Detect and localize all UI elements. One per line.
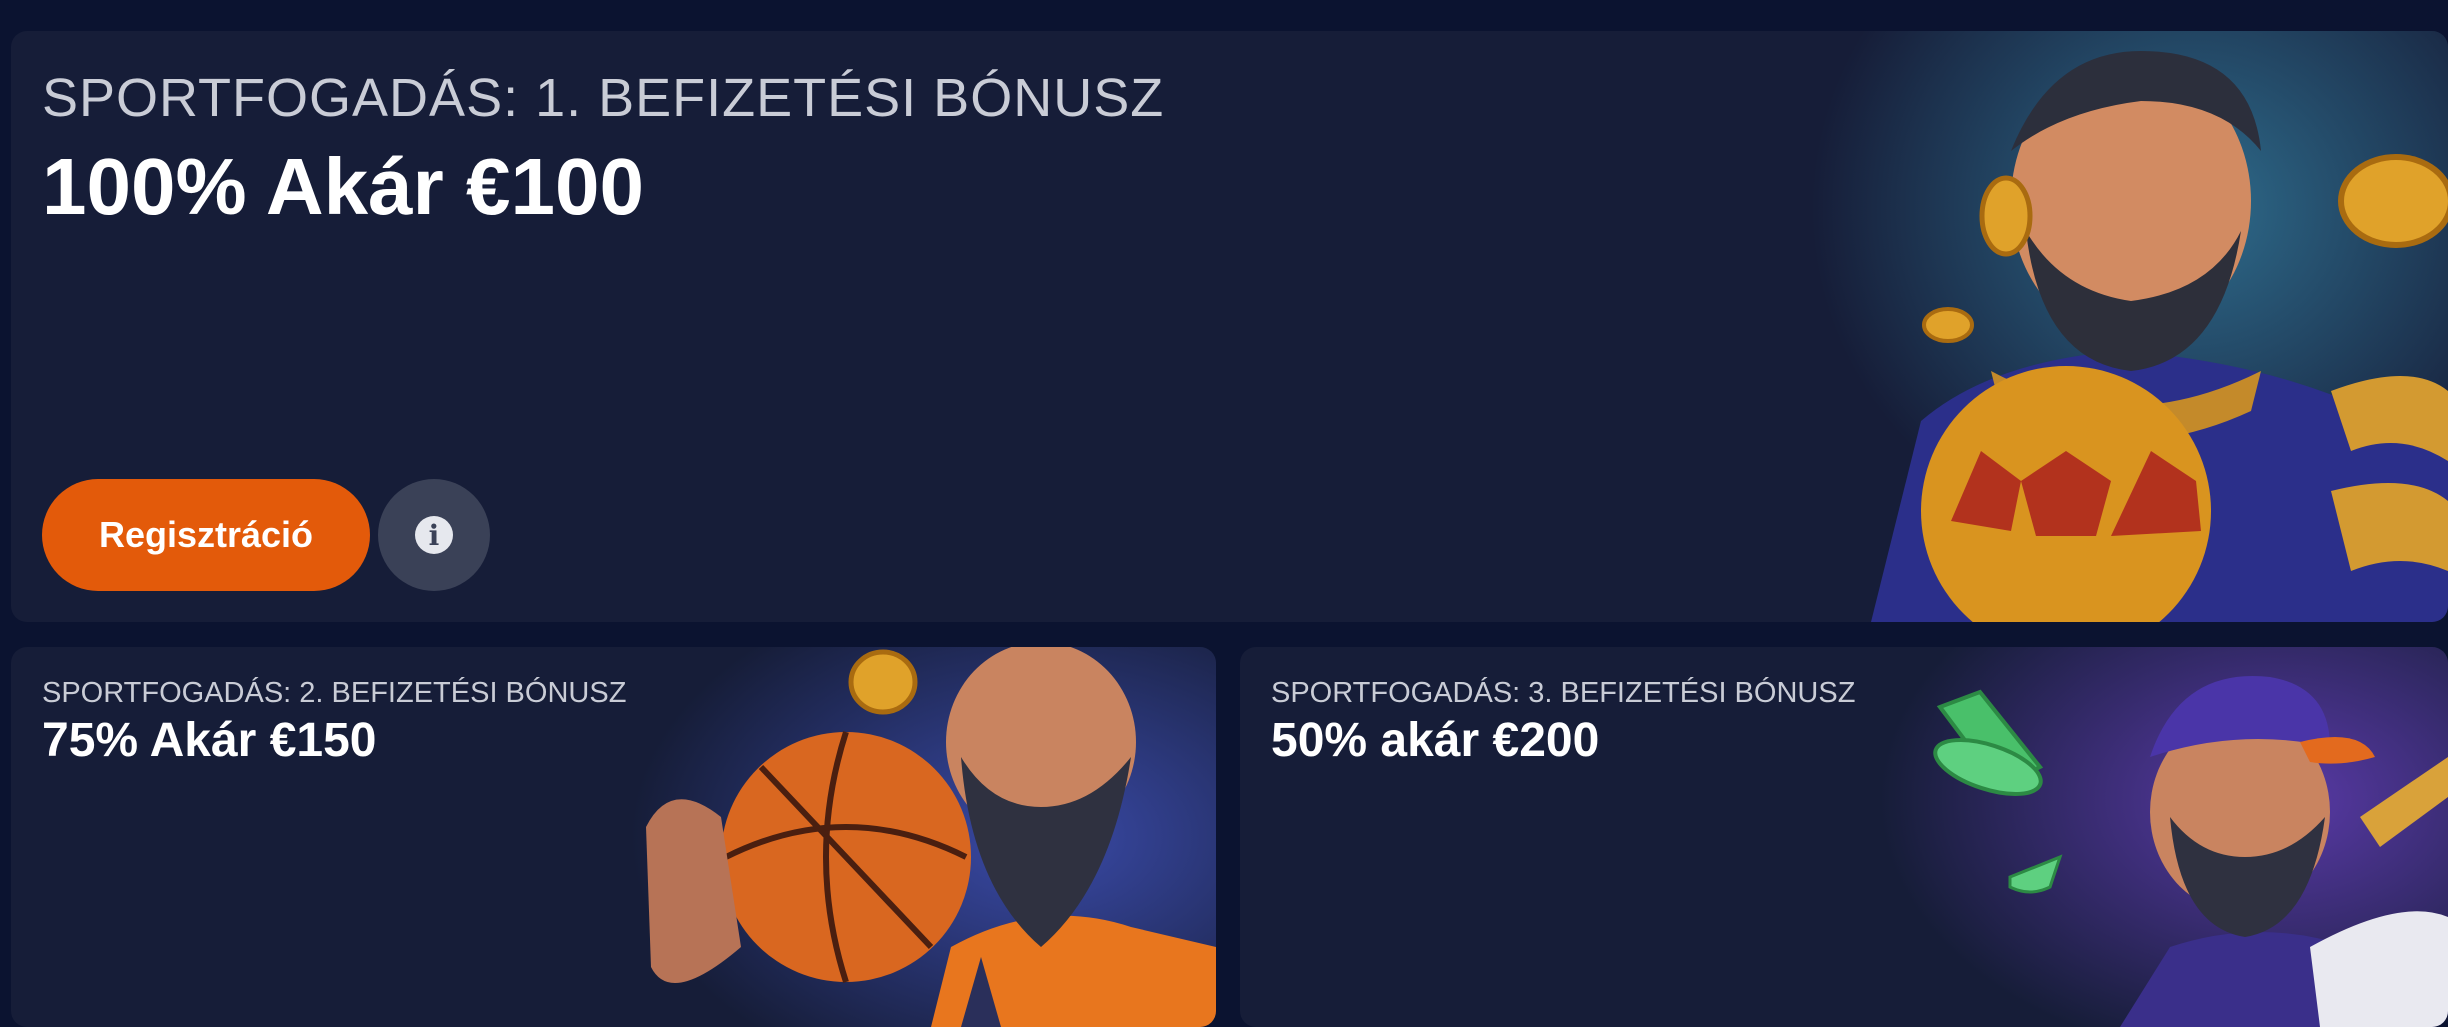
register-button[interactable]: Regisztráció [42,479,370,591]
info-icon: i [415,516,453,554]
basketball-player-illustration [631,647,1216,1027]
soccer-player-illustration [1811,31,2448,622]
bonus-card-2: SPORTFOGADÁS: 2. BEFIZETÉSI BÓNUSZ 75% A… [11,647,1216,1027]
bonus-title: 100% Akár €100 [42,142,644,231]
bonus-subtitle: SPORTFOGADÁS: 3. BEFIZETÉSI BÓNUSZ [1271,677,1856,709]
bonus-subtitle: SPORTFOGADÁS: 2. BEFIZETÉSI BÓNUSZ [42,677,627,709]
bonus-card-3: SPORTFOGADÁS: 3. BEFIZETÉSI BÓNUSZ 50% a… [1240,647,2448,1027]
bonus-subtitle: SPORTFOGADÁS: 1. BEFIZETÉSI BÓNUSZ [42,68,1165,128]
bonus-title: 75% Akár €150 [42,714,377,767]
info-button[interactable]: i [378,479,490,591]
bonus-card-1: SPORTFOGADÁS: 1. BEFIZETÉSI BÓNUSZ 100% … [11,31,2448,622]
bonus-title: 50% akár €200 [1271,714,1600,767]
baseball-player-illustration [1880,647,2448,1027]
